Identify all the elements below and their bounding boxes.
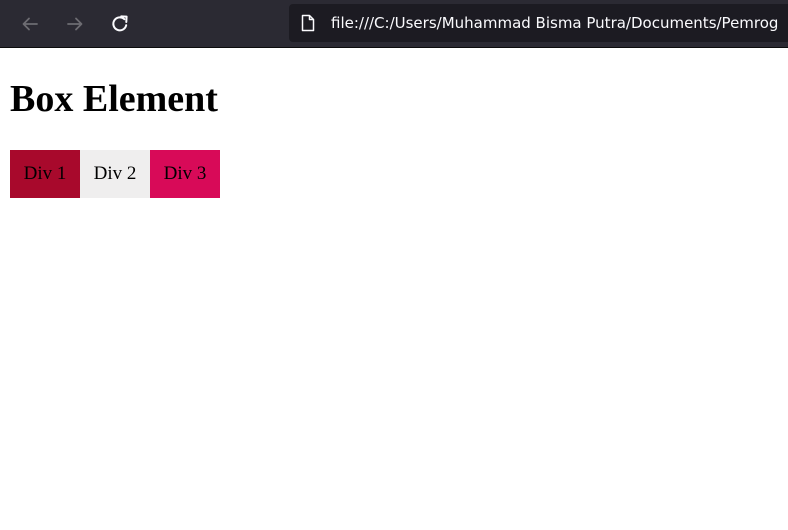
arrow-right-icon [67,17,83,31]
div-box-3: Div 3 [150,150,220,198]
page-content: Box Element Div 1 Div 2 Div 3 [0,48,788,530]
page-title: Box Element [10,78,218,120]
page-icon [301,14,315,32]
url-text[interactable]: file:///C:/Users/Muhammad Bisma Putra/Do… [331,14,778,32]
div-box-2: Div 2 [80,150,150,198]
reload-button[interactable] [106,10,134,38]
url-bar[interactable]: file:///C:/Users/Muhammad Bisma Putra/Do… [289,4,788,42]
div-box-1: Div 1 [10,150,80,198]
browser-toolbar: file:///C:/Users/Muhammad Bisma Putra/Do… [0,0,788,48]
forward-button[interactable] [61,10,89,38]
arrow-left-icon [22,17,38,31]
reload-icon [112,15,128,32]
box-container: Div 1 Div 2 Div 3 [10,150,220,198]
back-button[interactable] [16,10,44,38]
